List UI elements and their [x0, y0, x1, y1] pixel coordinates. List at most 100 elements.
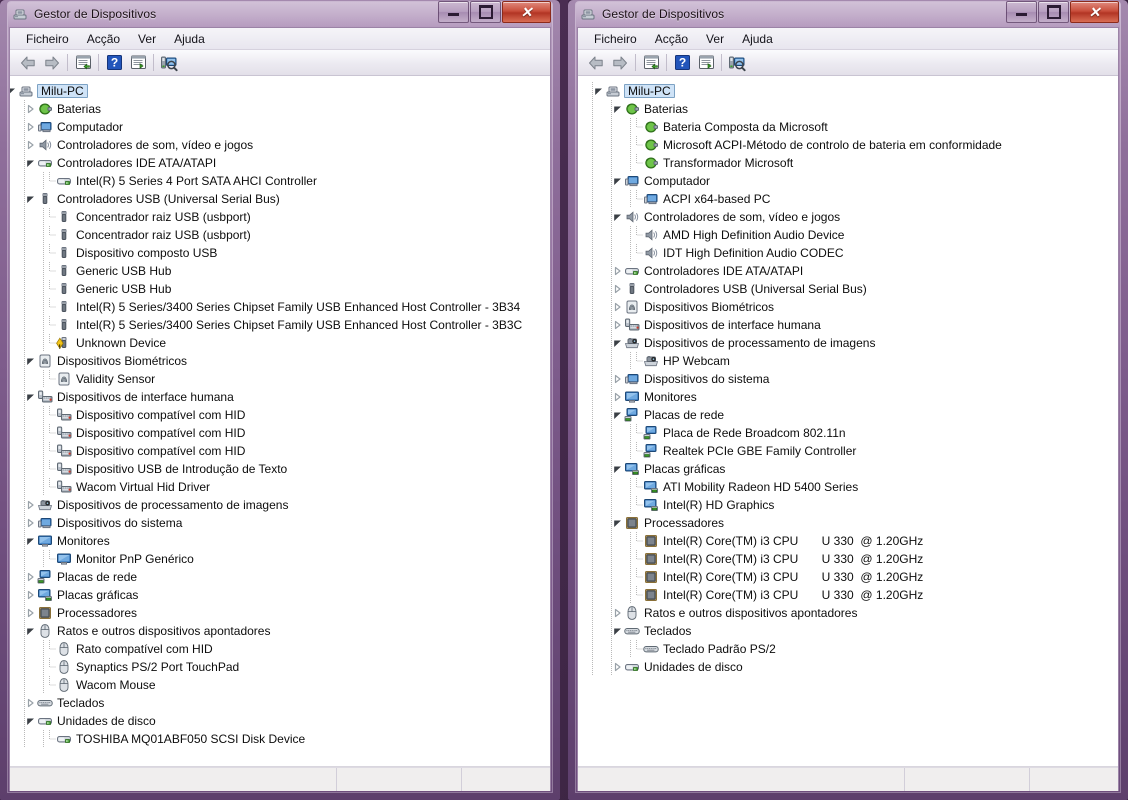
tree-item[interactable]: Dispositivos de interface humana [10, 388, 550, 406]
collapse-arrow-icon[interactable] [611, 622, 624, 640]
tree-item[interactable]: ACPI x64-based PC [578, 190, 1118, 208]
menu-accao[interactable]: Acção [646, 30, 697, 48]
device-manager-window-left[interactable]: Gestor de Dispositivos ✕ Ficheiro Acção … [0, 0, 560, 800]
menu-bar[interactable]: Ficheiro Acção Ver Ajuda [578, 28, 1118, 50]
expand-arrow-icon[interactable] [24, 100, 37, 118]
tree-item[interactable]: Synaptics PS/2 Port TouchPad [10, 658, 550, 676]
tree-item[interactable]: Dispositivos do sistema [578, 370, 1118, 388]
maximize-button[interactable] [1038, 1, 1069, 23]
tree-item[interactable]: Dispositivos de processamento de imagens [578, 334, 1118, 352]
maximize-button[interactable] [470, 1, 501, 23]
tree-item[interactable]: Baterias [10, 100, 550, 118]
tree-item[interactable]: Intel(R) 5 Series/3400 Series Chipset Fa… [10, 298, 550, 316]
tree-item[interactable]: Intel(R) HD Graphics [578, 496, 1118, 514]
tree-item[interactable]: Controladores de som, vídeo e jogos [10, 136, 550, 154]
tree-item[interactable]: HP Webcam [578, 352, 1118, 370]
tree-item[interactable]: Teclados [578, 622, 1118, 640]
collapse-arrow-icon[interactable] [24, 388, 37, 406]
forward-arrow-icon[interactable] [608, 52, 632, 74]
collapse-arrow-icon[interactable] [24, 190, 37, 208]
collapse-arrow-icon[interactable] [24, 622, 37, 640]
tree-item[interactable]: Teclados [10, 694, 550, 712]
collapse-arrow-icon[interactable] [24, 352, 37, 370]
tree-item[interactable]: Wacom Mouse [10, 676, 550, 694]
tree-item[interactable]: Unidades de disco [578, 658, 1118, 676]
tree-item[interactable]: Dispositivo compatível com HID [10, 406, 550, 424]
collapse-arrow-icon[interactable] [592, 82, 605, 100]
collapse-arrow-icon[interactable] [611, 172, 624, 190]
tree-item[interactable]: Placa de Rede Broadcom 802.11n [578, 424, 1118, 442]
menu-ajuda[interactable]: Ajuda [733, 30, 782, 48]
menu-accao[interactable]: Acção [78, 30, 129, 48]
tree-item[interactable]: Bateria Composta da Microsoft [578, 118, 1118, 136]
expand-arrow-icon[interactable] [24, 514, 37, 532]
tree-item[interactable]: Dispositivos Biométricos [578, 298, 1118, 316]
tree-item[interactable]: Microsoft ACPI-Método de controlo de bat… [578, 136, 1118, 154]
tree-item[interactable]: Dispositivo compatível com HID [10, 424, 550, 442]
collapse-arrow-icon[interactable] [24, 154, 37, 172]
expand-arrow-icon[interactable] [24, 586, 37, 604]
tree-item[interactable]: Ratos e outros dispositivos apontadores [10, 622, 550, 640]
collapse-arrow-icon[interactable] [10, 82, 18, 100]
tree-item[interactable]: Placas gráficas [578, 460, 1118, 478]
tree-item[interactable]: Concentrador raiz USB (usbport) [10, 226, 550, 244]
back-arrow-icon[interactable] [16, 52, 40, 74]
collapse-arrow-icon[interactable] [611, 208, 624, 226]
tree-item[interactable]: Rato compatível com HID [10, 640, 550, 658]
tree-item[interactable]: Monitores [10, 532, 550, 550]
show-hidden-icon[interactable] [126, 52, 150, 74]
scan-hardware-icon[interactable] [725, 52, 749, 74]
titlebar[interactable]: Gestor de Dispositivos ✕ [577, 1, 1119, 26]
tree-item[interactable]: Unidades de disco [10, 712, 550, 730]
tree-item[interactable]: Computador [578, 172, 1118, 190]
expand-arrow-icon[interactable] [611, 298, 624, 316]
collapse-arrow-icon[interactable] [24, 712, 37, 730]
expand-arrow-icon[interactable] [24, 118, 37, 136]
collapse-arrow-icon[interactable] [611, 334, 624, 352]
tree-item[interactable]: Controladores IDE ATA/ATAPI [578, 262, 1118, 280]
help-icon[interactable]: ? [102, 52, 126, 74]
expand-arrow-icon[interactable] [24, 496, 37, 514]
tree-item[interactable]: Generic USB Hub [10, 262, 550, 280]
expand-arrow-icon[interactable] [24, 604, 37, 622]
tree-item[interactable]: Placas de rede [10, 568, 550, 586]
menu-ficheiro[interactable]: Ficheiro [585, 30, 646, 48]
tree-item[interactable]: Placas de rede [578, 406, 1118, 424]
expand-arrow-icon[interactable] [24, 694, 37, 712]
tree-item[interactable]: AMD High Definition Audio Device [578, 226, 1118, 244]
minimize-button[interactable] [438, 1, 469, 23]
tree-item[interactable]: Processadores [10, 604, 550, 622]
device-tree-pane[interactable]: Milu-PC Baterias Bateria Composta da Micro… [578, 76, 1118, 767]
tree-item[interactable]: Controladores de som, vídeo e jogos [578, 208, 1118, 226]
device-tree[interactable]: Milu-PC Baterias Computador Controladores d… [10, 82, 550, 748]
tree-item[interactable]: TOSHIBA MQ01ABF050 SCSI Disk Device [10, 730, 550, 748]
tree-item[interactable]: ATI Mobility Radeon HD 5400 Series [578, 478, 1118, 496]
tree-item-root[interactable]: Milu-PC [10, 82, 550, 100]
collapse-arrow-icon[interactable] [611, 460, 624, 478]
minimize-button[interactable] [1006, 1, 1037, 23]
expand-arrow-icon[interactable] [611, 280, 624, 298]
expand-arrow-icon[interactable] [24, 136, 37, 154]
tree-item[interactable]: Controladores IDE ATA/ATAPI [10, 154, 550, 172]
expand-arrow-icon[interactable] [611, 388, 624, 406]
tree-item[interactable]: IDT High Definition Audio CODEC [578, 244, 1118, 262]
tree-item[interactable]: Intel(R) Core(TM) i3 CPU U 330 @ 1.20GHz [578, 532, 1118, 550]
tree-item[interactable]: Controladores USB (Universal Serial Bus) [10, 190, 550, 208]
tree-item[interactable]: Dispositivo USB de Introdução de Texto [10, 460, 550, 478]
close-button[interactable]: ✕ [502, 1, 551, 23]
expand-arrow-icon[interactable] [611, 604, 624, 622]
device-tree-pane[interactable]: Milu-PC Baterias Computador Controladores d… [10, 76, 550, 767]
tree-item[interactable]: Wacom Virtual Hid Driver [10, 478, 550, 496]
tree-item[interactable]: Intel(R) 5 Series 4 Port SATA AHCI Contr… [10, 172, 550, 190]
close-button[interactable]: ✕ [1070, 1, 1119, 23]
tree-item[interactable]: Monitor PnP Genérico [10, 550, 550, 568]
menu-ver[interactable]: Ver [129, 30, 165, 48]
tree-item[interactable]: Realtek PCIe GBE Family Controller [578, 442, 1118, 460]
titlebar[interactable]: Gestor de Dispositivos ✕ [9, 1, 551, 26]
tree-item[interactable]: Teclado Padrão PS/2 [578, 640, 1118, 658]
tree-item[interactable]: Baterias [578, 100, 1118, 118]
toolbar[interactable]: ? [578, 50, 1118, 76]
tree-item[interactable]: Dispositivo compatível com HID [10, 442, 550, 460]
tree-item[interactable]: Unknown Device [10, 334, 550, 352]
tree-item[interactable]: Controladores USB (Universal Serial Bus) [578, 280, 1118, 298]
